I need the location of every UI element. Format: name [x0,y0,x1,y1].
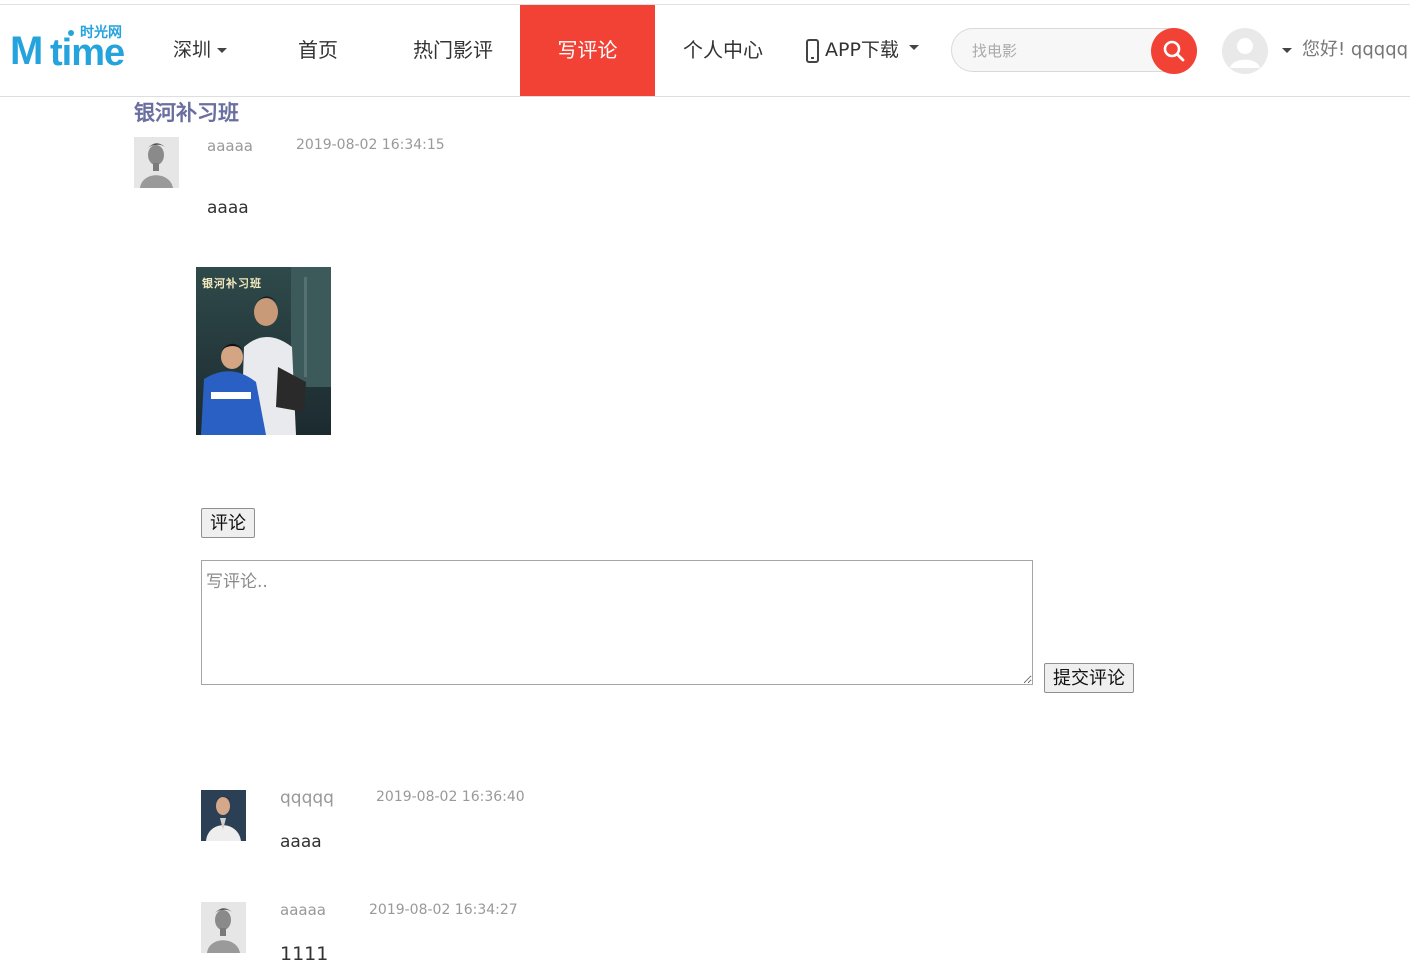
nav-user-center-label: 个人中心 [683,38,763,62]
user-menu-chevron-icon[interactable] [1282,48,1292,53]
movie-poster[interactable]: 银河补习班 [196,267,331,435]
city-label: 深圳 [173,39,212,61]
nav-write-review[interactable]: 写评论 [520,5,655,96]
user-icon [1230,38,1260,68]
poster-title-text: 银河补习班 [202,277,262,290]
nav-home-label: 首页 [298,38,338,62]
comment-author-avatar[interactable] [201,790,246,841]
comment-content: aaaa [280,832,322,852]
movie-title[interactable]: 银河补习班 [134,97,239,127]
user-greeting: 您好! qqqqq [1302,39,1409,60]
review-timestamp: 2019-08-02 16:34:15 [296,137,445,153]
poster-image [196,267,331,435]
comment-content: 1111 [280,943,329,965]
comment-timestamp: 2019-08-02 16:34:27 [369,902,518,918]
comment-timestamp: 2019-08-02 16:36:40 [376,789,525,805]
comment-toggle-button[interactable]: 评论 [201,508,255,538]
portrait-image [201,902,246,953]
review-author-name: aaaaa [207,137,253,155]
city-selector[interactable]: 深圳 [173,5,233,96]
user-avatar[interactable] [1222,28,1268,74]
review-content: aaaa [207,198,249,218]
comment-author-name: aaaaa [280,901,326,919]
submit-comment-button[interactable]: 提交评论 [1044,663,1134,693]
search-button[interactable] [1151,28,1197,74]
portrait-image [134,137,179,188]
search-input[interactable] [970,37,1144,65]
comment-author-name: qqqqq [280,788,334,808]
nav-write-review-label: 写评论 [557,38,618,62]
logo-chinese: 时光网 [80,25,122,41]
nav-hot-reviews[interactable]: 热门影评 [400,5,506,96]
nav-user-center[interactable]: 个人中心 [670,5,776,96]
comment-textarea[interactable] [201,560,1033,685]
top-nav-bar: M time 时光网 深圳 首页 热门影评 写评论 个人中心 APP下载 找电影… [0,4,1410,97]
review-author-avatar[interactable] [134,137,179,188]
portrait-image [201,790,246,841]
nav-home[interactable]: 首页 [288,5,348,96]
app-download-label: APP下载 [825,39,899,61]
mtime-logo[interactable]: M time 时光网 [10,25,138,75]
phone-icon [806,38,819,63]
nav-hot-reviews-label: 热门影评 [413,38,493,62]
search-icon [1163,40,1185,62]
chevron-down-icon [908,45,919,50]
logo-m: M [10,29,43,73]
page: M time 时光网 深圳 首页 热门影评 写评论 个人中心 APP下载 找电影… [0,0,1410,979]
chevron-down-icon [217,48,228,53]
comment-author-avatar[interactable] [201,902,246,953]
search-box [951,28,1197,74]
app-download-menu[interactable]: APP下载 [806,5,930,96]
